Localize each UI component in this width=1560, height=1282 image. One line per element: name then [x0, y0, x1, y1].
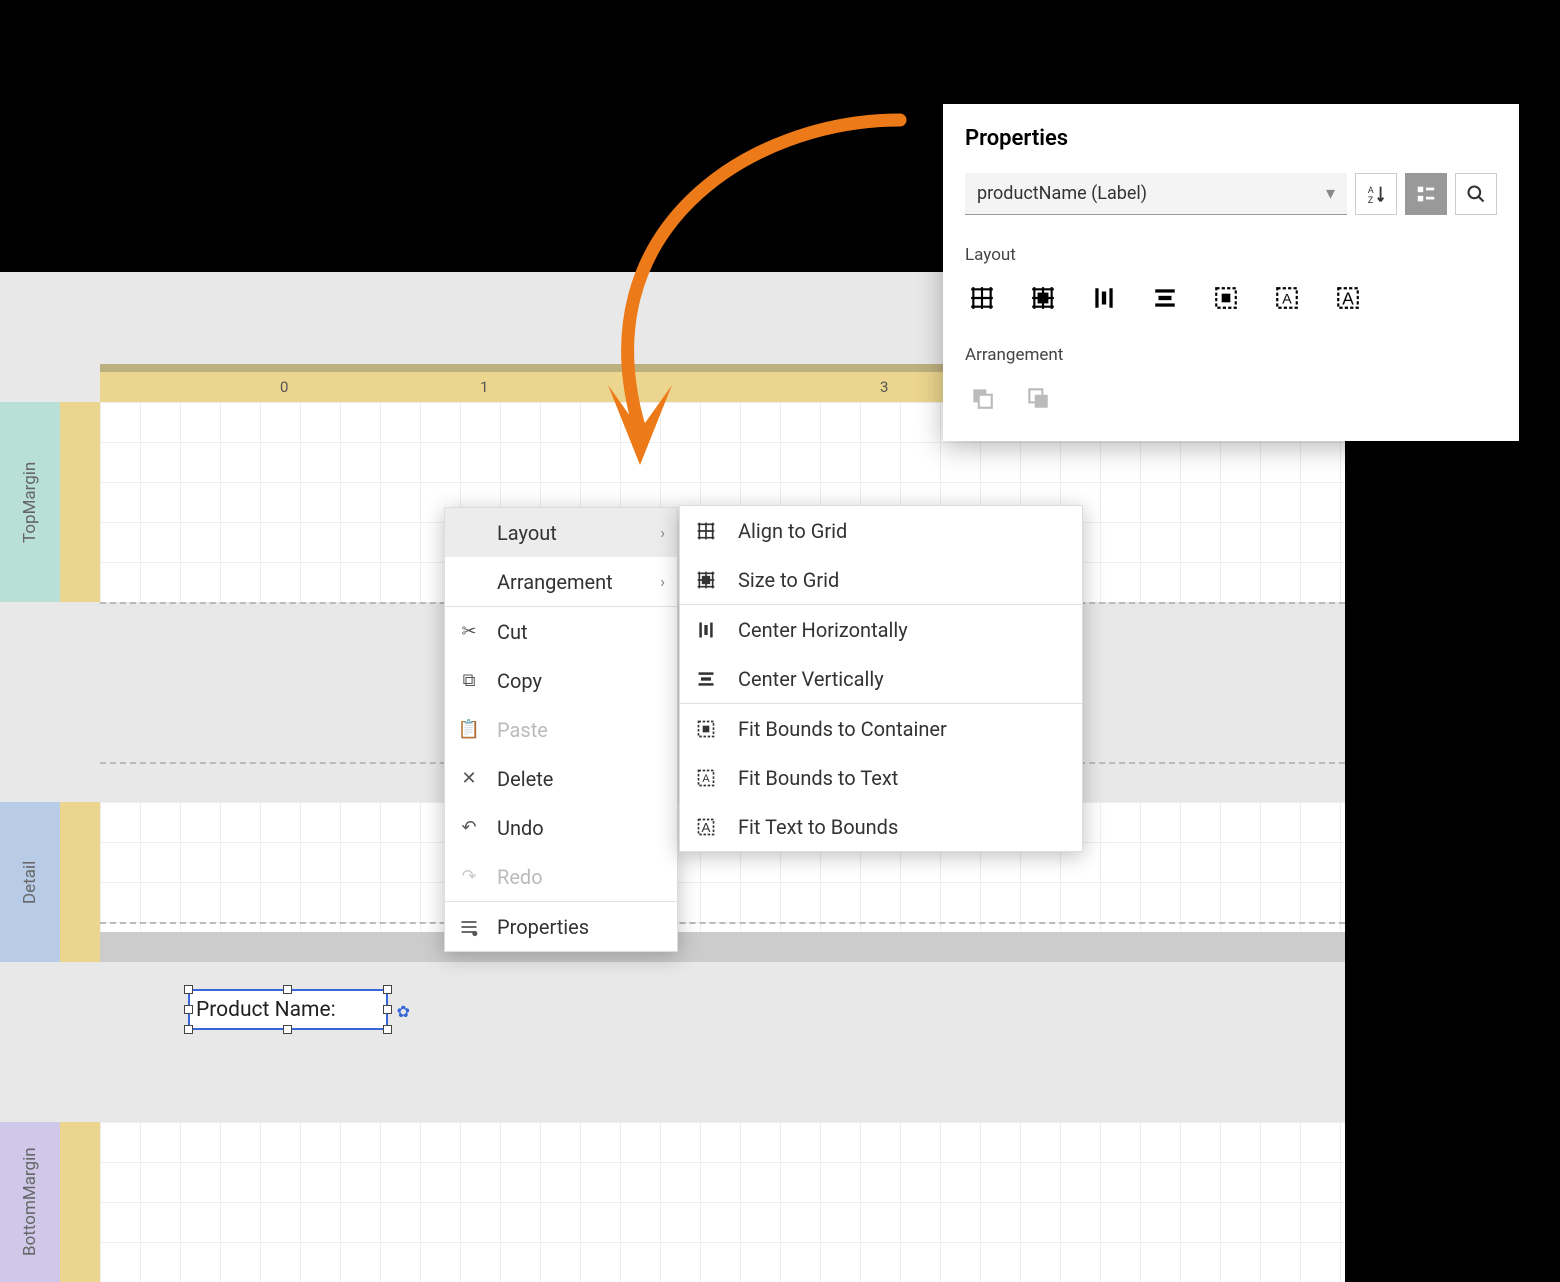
bring-to-front-icon[interactable] [1021, 381, 1055, 415]
resize-handle-ml[interactable] [184, 1005, 193, 1014]
menu-item-layout[interactable]: Layout › [445, 508, 677, 557]
fit-container-icon[interactable] [1209, 281, 1243, 315]
properties-title: Properties [965, 126, 1497, 151]
menu-label: Properties [497, 915, 589, 939]
menu-label: Center Horizontally [738, 618, 908, 642]
element-selector-dropdown[interactable]: productName (Label) ▾ [965, 173, 1347, 215]
resize-handle-mr[interactable] [383, 1005, 392, 1014]
vertical-ruler [60, 402, 100, 602]
chevron-right-icon: › [660, 523, 665, 542]
fit-bounds-text-icon[interactable]: A [1270, 281, 1304, 315]
menu-item-copy[interactable]: ⧉ Copy [445, 656, 677, 705]
menu-label: Align to Grid [738, 519, 847, 543]
band-divider[interactable] [100, 922, 1345, 924]
svg-text:A: A [702, 773, 710, 785]
ruler-tick-3: 3 [880, 378, 888, 396]
fit-container-icon [696, 716, 716, 742]
send-to-back-icon[interactable] [965, 381, 999, 415]
menu-label: Copy [497, 669, 542, 693]
menu-item-paste: 📋 Paste [445, 705, 677, 754]
menu-label: Cut [497, 620, 528, 644]
menu-label: Fit Bounds to Text [738, 766, 898, 790]
submenu-size-to-grid[interactable]: Size to Grid [680, 555, 1082, 604]
vertical-ruler [60, 1122, 100, 1282]
fit-bounds-text-icon: A [696, 765, 716, 791]
section-label-arrangement: Arrangement [965, 345, 1497, 365]
resize-handle-tr[interactable] [383, 985, 392, 994]
layout-submenu[interactable]: Align to Grid Size to Grid Center Horizo… [679, 505, 1083, 852]
submenu-fit-bounds-container[interactable]: Fit Bounds to Container [680, 704, 1082, 753]
menu-label: Undo [497, 816, 544, 840]
chevron-right-icon: › [660, 572, 665, 591]
label-element-product-name[interactable]: Product Name: ✿ [188, 989, 388, 1030]
gear-icon[interactable]: ✿ [397, 1002, 410, 1021]
menu-label: Delete [497, 767, 553, 791]
center-v-icon[interactable] [1148, 281, 1182, 315]
menu-label: Arrangement [497, 570, 613, 594]
canvas-bottom-shadow [100, 932, 1345, 962]
menu-item-redo: ↷ Redo [445, 852, 677, 901]
size-grid-icon[interactable] [1026, 281, 1060, 315]
ruler-tick-0: 0 [280, 378, 288, 396]
center-h-icon[interactable] [1087, 281, 1121, 315]
chevron-down-icon: ▾ [1326, 183, 1335, 204]
submenu-align-to-grid[interactable]: Align to Grid [680, 506, 1082, 555]
fit-text-bounds-icon: A [696, 814, 716, 840]
svg-text:A: A [702, 820, 711, 835]
menu-item-delete[interactable]: ✕ Delete [445, 754, 677, 803]
center-v-icon [696, 666, 716, 692]
menu-label: Paste [497, 718, 548, 742]
vertical-ruler [60, 802, 100, 962]
fit-text-bounds-icon[interactable]: A [1331, 281, 1365, 315]
resize-handle-br[interactable] [383, 1025, 392, 1034]
svg-text:Z: Z [1368, 196, 1374, 205]
resize-handle-tc[interactable] [283, 985, 292, 994]
size-grid-icon [696, 567, 716, 593]
submenu-fit-text-bounds[interactable]: A Fit Text to Bounds [680, 802, 1082, 851]
menu-label: Fit Text to Bounds [738, 815, 898, 839]
align-grid-icon [696, 518, 716, 544]
band-bottom-margin[interactable]: BottomMargin [0, 1122, 1345, 1282]
properties-panel[interactable]: Properties productName (Label) ▾ AZ Layo… [943, 104, 1519, 441]
menu-label: Size to Grid [738, 568, 839, 592]
menu-label: Fit Bounds to Container [738, 717, 947, 741]
menu-label: Redo [497, 865, 543, 889]
svg-text:A: A [1342, 289, 1354, 309]
properties-icon [459, 914, 479, 940]
selector-value: productName (Label) [977, 183, 1147, 204]
category-view-button[interactable] [1405, 173, 1447, 215]
menu-item-cut[interactable]: ✂ Cut [445, 607, 677, 656]
element-text: Product Name: [196, 998, 336, 1022]
submenu-center-vertically[interactable]: Center Vertically [680, 654, 1082, 703]
menu-item-undo[interactable]: ↶ Undo [445, 803, 677, 852]
svg-text:A: A [1282, 290, 1292, 306]
menu-item-properties[interactable]: Properties [445, 902, 677, 951]
sort-az-button[interactable]: AZ [1355, 173, 1397, 215]
ruler-tick-1: 1 [480, 378, 488, 396]
resize-handle-tl[interactable] [184, 985, 193, 994]
delete-icon: ✕ [459, 768, 479, 789]
resize-handle-bl[interactable] [184, 1025, 193, 1034]
paste-icon: 📋 [459, 719, 479, 740]
band-content-bottom[interactable] [100, 1122, 1345, 1282]
redo-icon: ↷ [459, 866, 479, 887]
band-label-topmargin: TopMargin [0, 402, 60, 602]
section-label-layout: Layout [965, 245, 1497, 265]
context-menu[interactable]: Layout › Arrangement › ✂ Cut ⧉ Copy 📋 Pa… [444, 507, 678, 952]
menu-label: Layout [497, 521, 557, 545]
submenu-fit-bounds-text[interactable]: A Fit Bounds to Text [680, 753, 1082, 802]
copy-icon: ⧉ [459, 670, 479, 691]
band-label-detail: Detail [0, 802, 60, 962]
undo-icon: ↶ [459, 817, 479, 838]
menu-label: Center Vertically [738, 667, 884, 691]
center-h-icon [696, 617, 716, 643]
resize-handle-bc[interactable] [283, 1025, 292, 1034]
band-label-bottommargin: BottomMargin [0, 1122, 60, 1282]
align-grid-icon[interactable] [965, 281, 999, 315]
svg-text:A: A [1368, 186, 1374, 196]
search-button[interactable] [1455, 173, 1497, 215]
cut-icon: ✂ [459, 621, 479, 642]
menu-item-arrangement[interactable]: Arrangement › [445, 557, 677, 606]
submenu-center-horizontally[interactable]: Center Horizontally [680, 605, 1082, 654]
